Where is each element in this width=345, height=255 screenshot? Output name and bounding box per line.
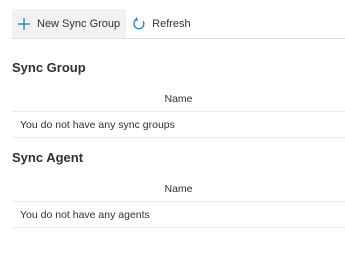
sync-agent-title: Sync Agent [12, 150, 84, 165]
new-sync-group-label: New Sync Group [37, 17, 121, 30]
sync-agent-name-column-header[interactable]: Name [12, 177, 345, 202]
sync-group-table: Name You do not have any sync groups [12, 87, 345, 138]
command-bar: New Sync Group Refresh [12, 9, 345, 39]
sync-group-empty-row: You do not have any sync groups [12, 112, 345, 138]
refresh-icon [132, 16, 146, 31]
sync-agent-table: Name You do not have any agents [12, 177, 345, 228]
sync-group-name-column-header[interactable]: Name [12, 87, 345, 112]
sync-group-title: Sync Group [12, 60, 86, 75]
refresh-button[interactable]: Refresh [126, 9, 197, 38]
sync-group-empty-message: You do not have any sync groups [20, 118, 175, 131]
refresh-label: Refresh [152, 17, 191, 30]
name-header-label: Name [164, 183, 193, 195]
name-header-label: Name [164, 93, 193, 105]
new-sync-group-button[interactable]: New Sync Group [12, 9, 127, 38]
sync-agent-empty-row: You do not have any agents [12, 202, 345, 228]
sync-agent-empty-message: You do not have any agents [20, 208, 150, 221]
plus-icon [17, 17, 31, 31]
